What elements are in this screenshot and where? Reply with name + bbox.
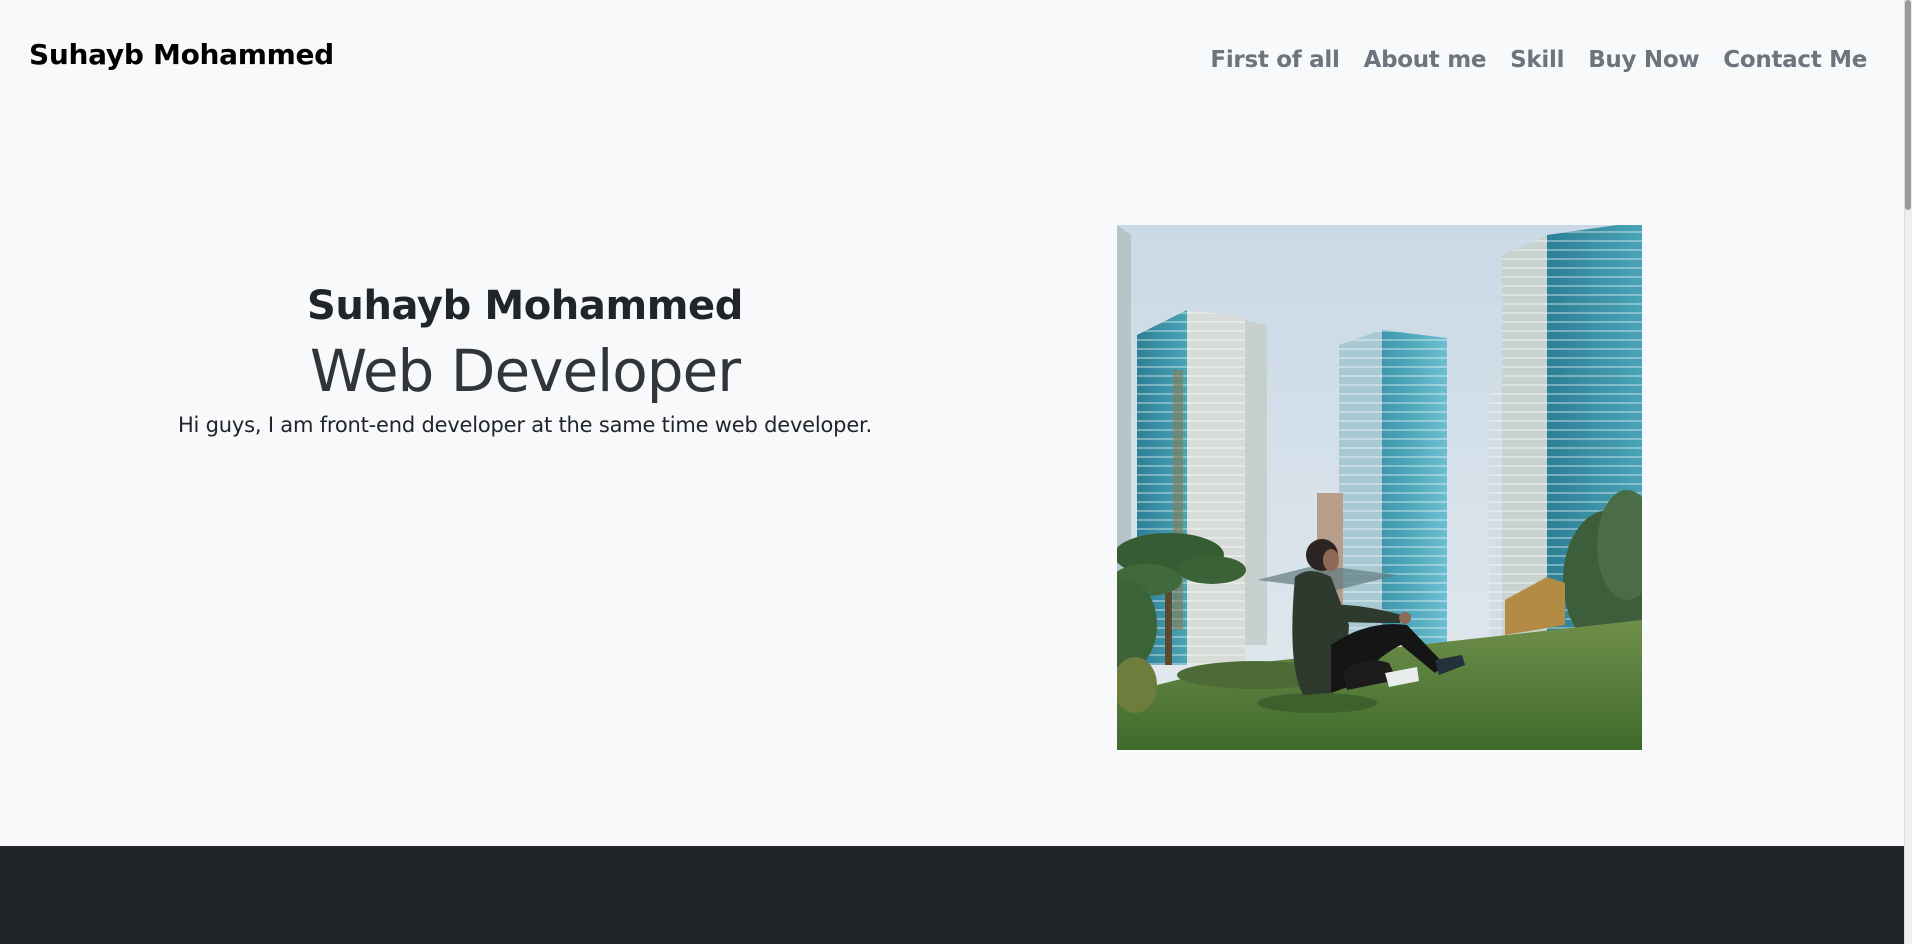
footer [0, 846, 1904, 944]
nav-item-skill: Skill [1510, 47, 1564, 73]
nav-link-contact-me[interactable]: Contact Me [1723, 47, 1867, 73]
scrollbar-thumb[interactable] [1905, 0, 1911, 210]
navbar-brand[interactable]: Suhayb Mohammed [29, 38, 334, 71]
nav-item-contact-me: Contact Me [1723, 47, 1867, 73]
nav-link-skill[interactable]: Skill [1510, 47, 1564, 73]
profile-photo [1117, 225, 1642, 750]
nav-link-first-of-all[interactable]: First of all [1210, 47, 1339, 73]
nav-menu: First of all About me Skill Buy Now Cont… [1210, 47, 1867, 73]
hero-role-text: Web Developer [309, 337, 741, 405]
hero-description: Hi guys, I am front-end developer at the… [177, 413, 873, 437]
nav-link-buy-now[interactable]: Buy Now [1588, 47, 1699, 73]
scrollbar[interactable] [1904, 0, 1912, 944]
hero-name: Suhayb Mohammed [306, 283, 744, 329]
navbar: Suhayb Mohammed First of all About me Sk… [0, 0, 1904, 120]
nav-link-about-me[interactable]: About me [1364, 47, 1487, 73]
hero-role: Web Developer [60, 334, 990, 408]
nav-item-buy-now: Buy Now [1588, 47, 1699, 73]
nav-item-about-me: About me [1364, 47, 1487, 73]
page: Suhayb Mohammed First of all About me Sk… [0, 0, 1912, 944]
nav-item-first-of-all: First of all [1210, 47, 1339, 73]
hero-intro: Suhayb Mohammed Web Developer Hi guys, I… [60, 278, 990, 440]
